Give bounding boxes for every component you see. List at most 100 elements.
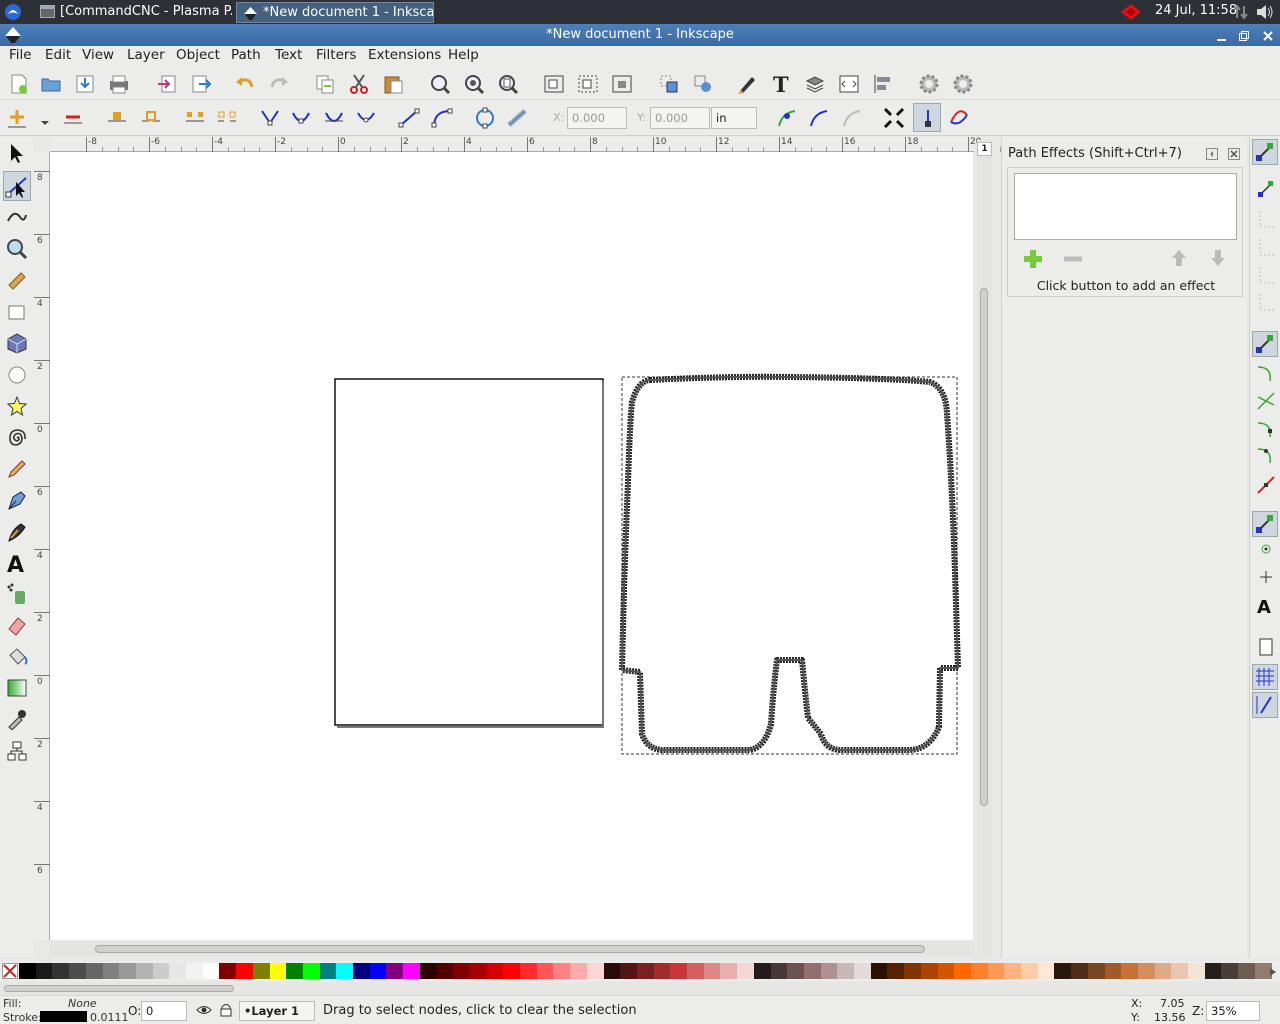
xml-editor-icon[interactable] [838,73,860,95]
show-bbox-icon[interactable] [883,107,905,129]
no-paint-swatch[interactable] [2,963,18,979]
text-font-icon[interactable]: T [770,72,792,97]
color-swatch[interactable] [787,963,805,979]
snap-bbox-corner-icon[interactable] [1256,237,1276,261]
show-transform-handles-icon[interactable] [776,107,798,129]
menu-file[interactable]: File [9,47,32,63]
menu-path[interactable]: Path [231,47,261,63]
color-swatch[interactable] [1221,963,1239,979]
tray-transfer-icon[interactable] [1233,4,1249,24]
snap-bbox-center-icon[interactable] [1256,292,1276,316]
show-handles-icon[interactable] [808,107,830,129]
align-distribute-icon[interactable] [872,73,894,95]
color-swatch[interactable] [1137,963,1155,979]
color-swatch[interactable] [770,963,788,979]
menu-edit[interactable]: Edit [45,47,71,63]
segment-line-icon[interactable] [398,107,420,129]
snap-others-icon[interactable] [1252,511,1278,537]
snap-grid-icon[interactable] [1252,664,1278,690]
ungroup-icon[interactable] [577,73,599,95]
color-swatch[interactable] [152,963,170,979]
delete-segment-icon[interactable] [216,107,238,129]
color-swatch[interactable] [920,963,938,979]
start-menu-icon[interactable] [4,3,22,21]
pencil-tool-icon[interactable] [6,458,28,480]
horizontal-scrollbar[interactable] [50,941,975,956]
lock-icon[interactable] [611,73,633,95]
zoom-page-icon[interactable] [497,73,519,95]
import-icon[interactable] [156,73,178,95]
snap-cusp-icon[interactable] [1256,419,1276,443]
color-swatch[interactable] [1204,963,1222,979]
visibility-eye-icon[interactable] [196,1003,212,1020]
color-swatch[interactable] [419,963,437,979]
open-icon[interactable] [40,73,62,95]
layers-icon[interactable] [804,73,826,95]
star-tool-icon[interactable] [6,395,28,417]
gradient-tool-icon[interactable] [6,677,28,699]
node-cusp-icon[interactable] [259,107,281,129]
pen-tool-icon[interactable] [6,489,28,511]
color-swatch[interactable] [1104,963,1122,979]
dropper-tool-icon[interactable] [6,708,28,731]
segment-curve-icon[interactable] [431,107,453,129]
snap-bbox-icon[interactable] [1256,179,1276,203]
clone-icon[interactable] [658,73,680,95]
color-swatch[interactable] [570,963,588,979]
node-auto-smooth-icon[interactable] [355,107,377,129]
rectangle-tool-icon[interactable] [6,301,28,323]
layer-select[interactable]: •Layer 1 [239,1001,315,1021]
color-swatch[interactable] [536,963,554,979]
color-swatch[interactable] [369,963,387,979]
snap-enable-icon[interactable] [1252,139,1278,165]
node-tool-icon[interactable] [3,171,31,201]
menu-help[interactable]: Help [448,47,479,63]
color-swatch[interactable] [620,963,638,979]
duplicate-icon[interactable] [314,73,336,95]
chevron-down-icon[interactable] [40,115,50,130]
drawing-canvas[interactable] [50,152,973,940]
add-effect-icon[interactable] [1022,248,1044,274]
color-swatch[interactable] [135,963,153,979]
snap-page-border-icon[interactable] [1256,637,1276,661]
object-to-path-icon[interactable] [474,107,496,129]
fill-value[interactable]: None [68,997,97,1010]
redo-icon[interactable] [268,73,290,95]
3d-box-tool-icon[interactable] [6,332,28,354]
selected-path[interactable] [619,373,961,753]
export-icon[interactable] [190,73,212,95]
y-coordinate-input[interactable]: 0.000 [650,107,710,129]
menu-filters[interactable]: Filters [316,47,356,63]
color-swatch[interactable] [820,963,838,979]
color-swatch[interactable] [937,963,955,979]
palette-menu-icon[interactable] [1268,966,1278,981]
color-swatch[interactable] [202,963,220,979]
color-swatch[interactable] [1171,963,1189,979]
dock-collapse-icon[interactable] [1206,148,1218,164]
show-path-outline-icon[interactable] [913,103,941,132]
snap-text-baseline-icon[interactable]: A [1254,595,1276,621]
snap-bbox-midpoint-icon[interactable] [1256,265,1276,289]
color-swatch[interactable] [720,963,738,979]
unlink-clone-icon[interactable] [692,73,714,95]
color-swatch[interactable] [85,963,103,979]
snap-bbox-edge-icon[interactable] [1256,209,1276,233]
snap-center-icon[interactable] [1256,539,1276,563]
palette-scroll-thumb[interactable] [4,985,234,992]
unit-select[interactable]: in [711,107,757,129]
snap-midpoint-icon[interactable] [1256,475,1276,499]
color-swatch[interactable] [302,963,320,979]
color-swatch[interactable] [353,963,370,979]
tray-volume-icon[interactable] [1256,4,1274,24]
color-swatch[interactable] [1054,963,1072,979]
menu-view[interactable]: View [82,47,114,63]
taskbar-task-commandcnc[interactable]: [CommandCNC - Plasma P... [34,2,232,23]
vertical-scrollbar[interactable]: 1 [977,140,992,958]
spray-tool-icon[interactable] [6,583,28,605]
taskbar-task-inkscape[interactable]: *New document 1 - Inksca... [236,2,434,23]
eraser-tool-icon[interactable] [6,615,28,637]
delete-node-icon[interactable] [62,107,84,129]
color-swatch[interactable] [1188,963,1205,979]
stroke-swatch[interactable] [40,1011,87,1022]
group-icon[interactable] [543,73,565,95]
